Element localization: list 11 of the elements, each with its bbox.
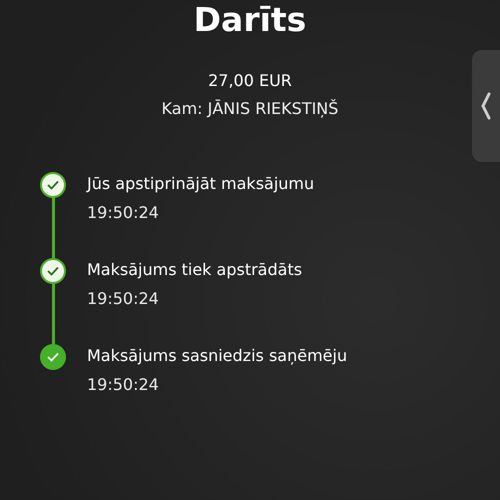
- status-title: Darīts: [194, 0, 306, 40]
- step-label: Jūs apstiprinājāt maksājumu: [87, 173, 314, 195]
- chevron-left-icon: [481, 92, 491, 120]
- step-time: 19:50:24: [87, 202, 160, 224]
- step-label: Maksājums sasniedzis saņēmēju: [87, 345, 348, 367]
- amount: 27,00 EUR: [208, 70, 292, 92]
- recipient: Kam: JĀNIS RIEKSTIŅŠ: [162, 98, 338, 120]
- step-time: 19:50:24: [87, 374, 160, 396]
- step-time: 19:50:24: [87, 288, 160, 310]
- side-panel-handle[interactable]: [472, 50, 500, 162]
- step-label: Maksājums tiek apstrādāts: [87, 259, 302, 281]
